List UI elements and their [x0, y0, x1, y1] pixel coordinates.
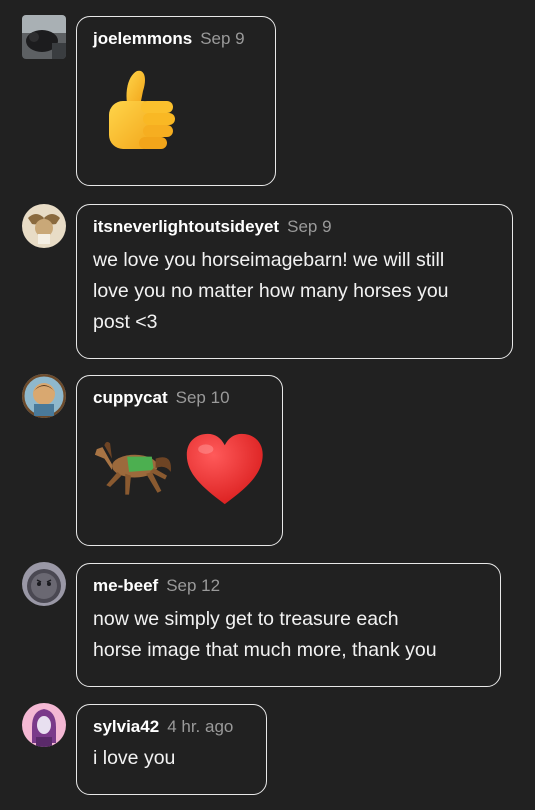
comment-timestamp: Sep 10 [175, 388, 230, 407]
avatar-itsneverlightoutsideyet[interactable] [22, 204, 66, 248]
comment-username[interactable]: itsneverlightoutsideyet [93, 217, 279, 237]
comment-bubble: sylvia42 4 hr. ago i love you [76, 704, 267, 795]
avatar-photo-icon [22, 374, 66, 418]
comment-text: i love you [93, 747, 176, 769]
avatar-cuppycat[interactable] [22, 374, 66, 418]
avatar-photo-icon [22, 204, 66, 248]
comment-username[interactable]: cuppycat [93, 388, 168, 408]
comment-text: we love you horseimagebarn! we will stil… [93, 249, 449, 333]
comment-timestamp: Sep 9 [200, 29, 245, 48]
comment-username[interactable]: joelemmons [93, 29, 192, 49]
avatar-photo-icon [22, 703, 66, 747]
racehorse-emoji-icon [94, 441, 171, 495]
avatar-joelemmons[interactable] [22, 15, 66, 59]
comment-username[interactable]: sylvia42 [93, 717, 159, 737]
avatar-photo-icon [22, 562, 66, 606]
avatar-me-beef[interactable] [22, 562, 66, 606]
comment-timestamp: 4 hr. ago [167, 717, 234, 736]
comment-bubble: cuppycat Sep 10 [76, 375, 283, 546]
comment-text: now we simply get to treasure each horse… [93, 608, 437, 661]
comment-username[interactable]: me-beef [93, 576, 158, 596]
avatar-sylvia42[interactable] [22, 703, 66, 747]
comment-timestamp: Sep 9 [287, 217, 332, 236]
comment-bubble: joelemmons Sep 9 [76, 16, 276, 186]
comment-timestamp: Sep 12 [166, 576, 221, 595]
comment-bubble: me-beef Sep 12 now we simply get to trea… [76, 563, 501, 687]
comment-bubble: itsneverlightoutsideyet Sep 9 we love yo… [76, 204, 513, 359]
avatar-photo-icon [22, 15, 66, 59]
red-heart-emoji-icon [186, 433, 263, 505]
thumbs-up-emoji-icon [109, 70, 175, 149]
